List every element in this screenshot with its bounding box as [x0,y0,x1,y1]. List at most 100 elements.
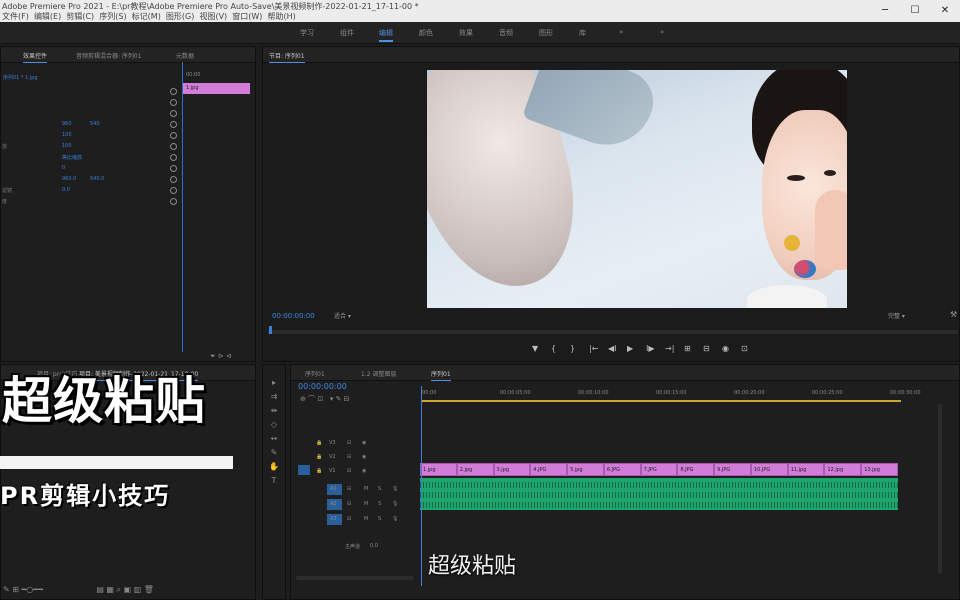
effect-property-row[interactable]: 等比缩放 [0,152,180,163]
lift-icon[interactable]: ⊞ [684,344,691,353]
slip-tool-icon[interactable]: ↔ [268,434,280,443]
extract-icon[interactable]: ⊟ [703,344,710,353]
pen-tool-icon[interactable]: ✎ [268,448,280,457]
program-timecode[interactable]: 00:00:00:00 [272,312,315,320]
property-value[interactable]: 540.0 [90,176,104,182]
video-clip[interactable]: 11.jpg [787,463,825,476]
eye-icon[interactable]: ◉ [362,440,366,446]
reset-icon[interactable] [170,143,177,150]
minimize-icon[interactable]: ─ [870,0,900,22]
effect-property-row[interactable]: 960.0 540.0 [0,174,180,185]
reset-icon[interactable] [170,176,177,183]
menu-edit[interactable]: 编辑(E) [34,12,61,21]
quality-dropdown[interactable]: 完整 ▾ [888,311,905,320]
step-forward-icon[interactable]: I▶ [646,344,655,353]
track-select-tool-icon[interactable]: ⇉ [268,392,280,401]
tab-sequence-01[interactable]: 序列01 [305,369,325,378]
menu-sequence[interactable]: 序列(S) [99,12,126,21]
reset-icon[interactable] [170,121,177,128]
voiceover-icon[interactable]: 🎙 [392,516,398,522]
mute-icon[interactable]: M [364,516,368,522]
reset-icon[interactable] [170,187,177,194]
effect-property-row[interactable]: 度 [0,196,180,207]
tab-program[interactable]: 节目: 序列01 [269,51,305,63]
tab-adjustment-layer[interactable]: 1.2 调整图层 [361,369,396,378]
sync-lock-icon[interactable]: ⊟ [347,516,351,522]
audio-clip-a1[interactable] [420,478,898,510]
effect-property-row[interactable] [0,108,180,119]
video-clip[interactable]: 12.jpg [824,463,862,476]
lock-icon[interactable]: 🔒 [316,468,322,474]
lock-icon[interactable]: 🔒 [316,454,322,460]
mute-icon[interactable]: M [364,501,368,507]
workspace-overflow-icon[interactable]: » [660,28,664,36]
video-clip[interactable]: 8.JPG [677,463,715,476]
master-track-value[interactable]: 0.0 [370,543,378,549]
effect-property-row[interactable]: 放 100 [0,141,180,152]
close-icon[interactable]: ✕ [930,0,960,22]
razor-tool-icon[interactable]: ◇ [268,420,280,429]
effect-property-row[interactable]: 100 [0,130,180,141]
sync-lock-icon[interactable]: ⊟ [347,486,351,492]
workspace-assembly[interactable]: 组件 [340,28,354,38]
add-marker-icon[interactable]: ▼ [532,344,538,353]
solo-icon[interactable]: S [378,501,381,507]
tab-metadata[interactable]: 元数据 [176,51,194,60]
hand-tool-icon[interactable]: ✋ [268,462,280,471]
workspace-effects[interactable]: 效果 [459,28,473,38]
go-to-out-icon[interactable]: →| [665,344,674,353]
effect-property-row[interactable]: 0 [0,163,180,174]
play-icon[interactable]: ▶ [627,344,633,353]
effect-property-row[interactable] [0,97,180,108]
menu-marker[interactable]: 标记(M) [132,12,161,21]
mark-in-icon[interactable]: { [551,344,556,353]
property-value[interactable]: 0 [62,165,65,171]
effect-property-row[interactable] [0,86,180,97]
sync-lock-icon[interactable]: ⊟ [347,440,351,446]
source-patch-v1[interactable] [298,465,310,475]
go-to-in-icon[interactable]: |← [589,344,598,353]
reset-icon[interactable] [170,154,177,161]
tab-sequence-01-active[interactable]: 序列01 [431,369,451,381]
lock-icon[interactable]: 🔒 [316,440,322,446]
timeline-horizontal-scrollbar[interactable] [296,576,414,580]
voiceover-icon[interactable]: 🎙 [392,501,398,507]
workspace-graphics[interactable]: 图形 [539,28,553,38]
reset-icon[interactable] [170,132,177,139]
menu-help[interactable]: 帮助(H) [268,12,296,21]
reset-icon[interactable] [170,165,177,172]
property-value[interactable]: 等比缩放 [62,154,82,161]
wrench-icon[interactable]: ⚒ [950,310,957,319]
video-clip[interactable]: 13.jpg [861,463,898,476]
reset-icon[interactable] [170,99,177,106]
work-area-bar[interactable] [421,400,901,402]
workspace-audio[interactable]: 音频 [499,28,513,38]
workspace-editing[interactable]: 编辑 [379,28,393,42]
sync-lock-icon[interactable]: ⊟ [347,468,351,474]
eye-icon[interactable]: ◉ [362,454,366,460]
video-clip[interactable]: 7.JPG [640,463,678,476]
video-clip[interactable]: 5.jpg [567,463,604,476]
menu-file[interactable]: 文件(F) [2,12,29,21]
project-footer-icons[interactable]: ✎ ⊞ ━○━━ ▤ ▦ ⌕ ▣ ▥ 🗑 [3,585,154,595]
solo-icon[interactable]: S [378,486,381,492]
video-clip[interactable]: 1.jpg [420,463,457,476]
workspace-learn[interactable]: 学习 [300,28,314,38]
property-value[interactable]: 100 [62,143,72,149]
timeline-timecode[interactable]: 00:00:00:00 [298,382,347,391]
property-value[interactable]: 540 [90,121,100,127]
property-value[interactable]: 960.0 [62,176,76,182]
reset-icon[interactable] [170,88,177,95]
property-value[interactable]: 0.0 [62,187,70,193]
reset-icon[interactable] [170,110,177,117]
video-clip[interactable]: 2.jpg [456,463,494,476]
timeline-vertical-scrollbar[interactable] [938,404,942,574]
solo-icon[interactable]: S [378,516,381,522]
eye-icon[interactable]: ◉ [362,468,366,474]
selection-tool-icon[interactable]: ▸ [268,378,280,387]
menu-view[interactable]: 视图(V) [199,12,227,21]
property-value[interactable]: 960 [62,121,72,127]
property-value[interactable]: 100 [62,132,72,138]
mark-out-icon[interactable]: } [570,344,575,353]
video-clip[interactable]: 6.JPG [603,463,641,476]
